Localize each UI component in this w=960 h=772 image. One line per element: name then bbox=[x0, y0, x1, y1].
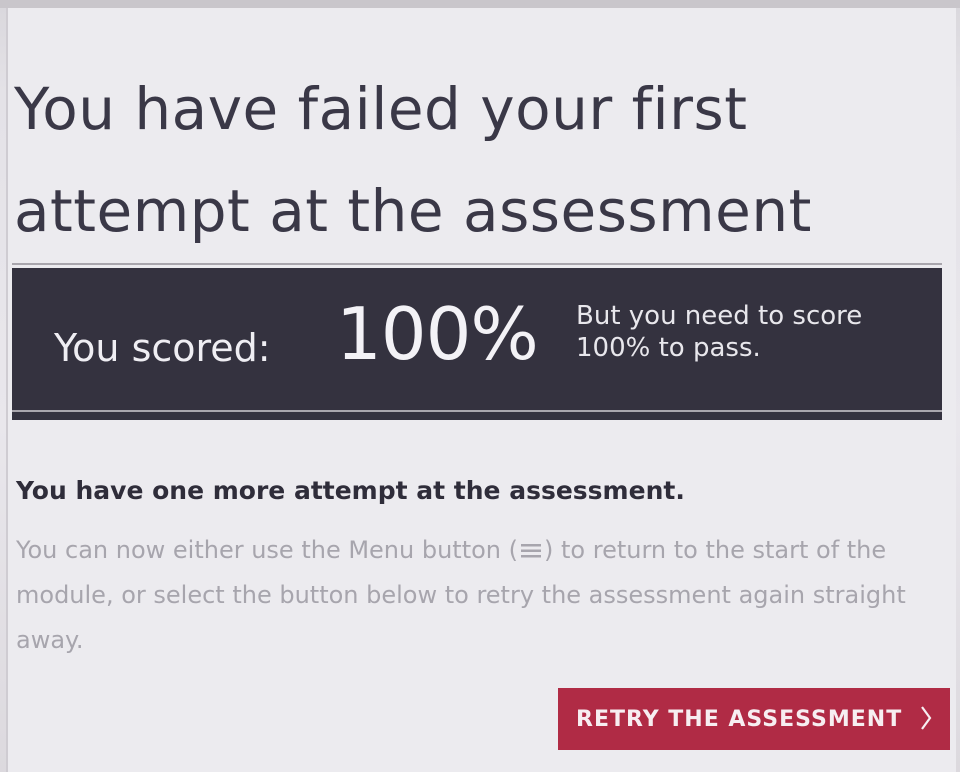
menu-icon bbox=[521, 544, 542, 558]
chevron-right-icon bbox=[921, 706, 932, 730]
score-label: You scored: bbox=[54, 326, 271, 370]
divider-bottom bbox=[12, 410, 942, 412]
instructions-part-1: You can now either use the Menu button ( bbox=[16, 536, 519, 564]
retry-assessment-button[interactable]: RETRY THE ASSESSMENT bbox=[558, 688, 950, 750]
page-title: You have failed your first attempt at th… bbox=[14, 75, 812, 245]
score-banner: You scored: 100% But you need to score 1… bbox=[12, 268, 942, 420]
screen-bezel bbox=[0, 0, 960, 8]
instructions-text: You can now either use the Menu button (… bbox=[16, 528, 936, 663]
retry-button-label: RETRY THE ASSESSMENT bbox=[576, 706, 903, 732]
score-value: 100% bbox=[336, 292, 539, 376]
divider-top bbox=[12, 263, 942, 265]
pass-requirement-note: But you need to score 100% to pass. bbox=[576, 301, 863, 363]
remaining-attempts-message: You have one more attempt at the assessm… bbox=[16, 476, 685, 505]
